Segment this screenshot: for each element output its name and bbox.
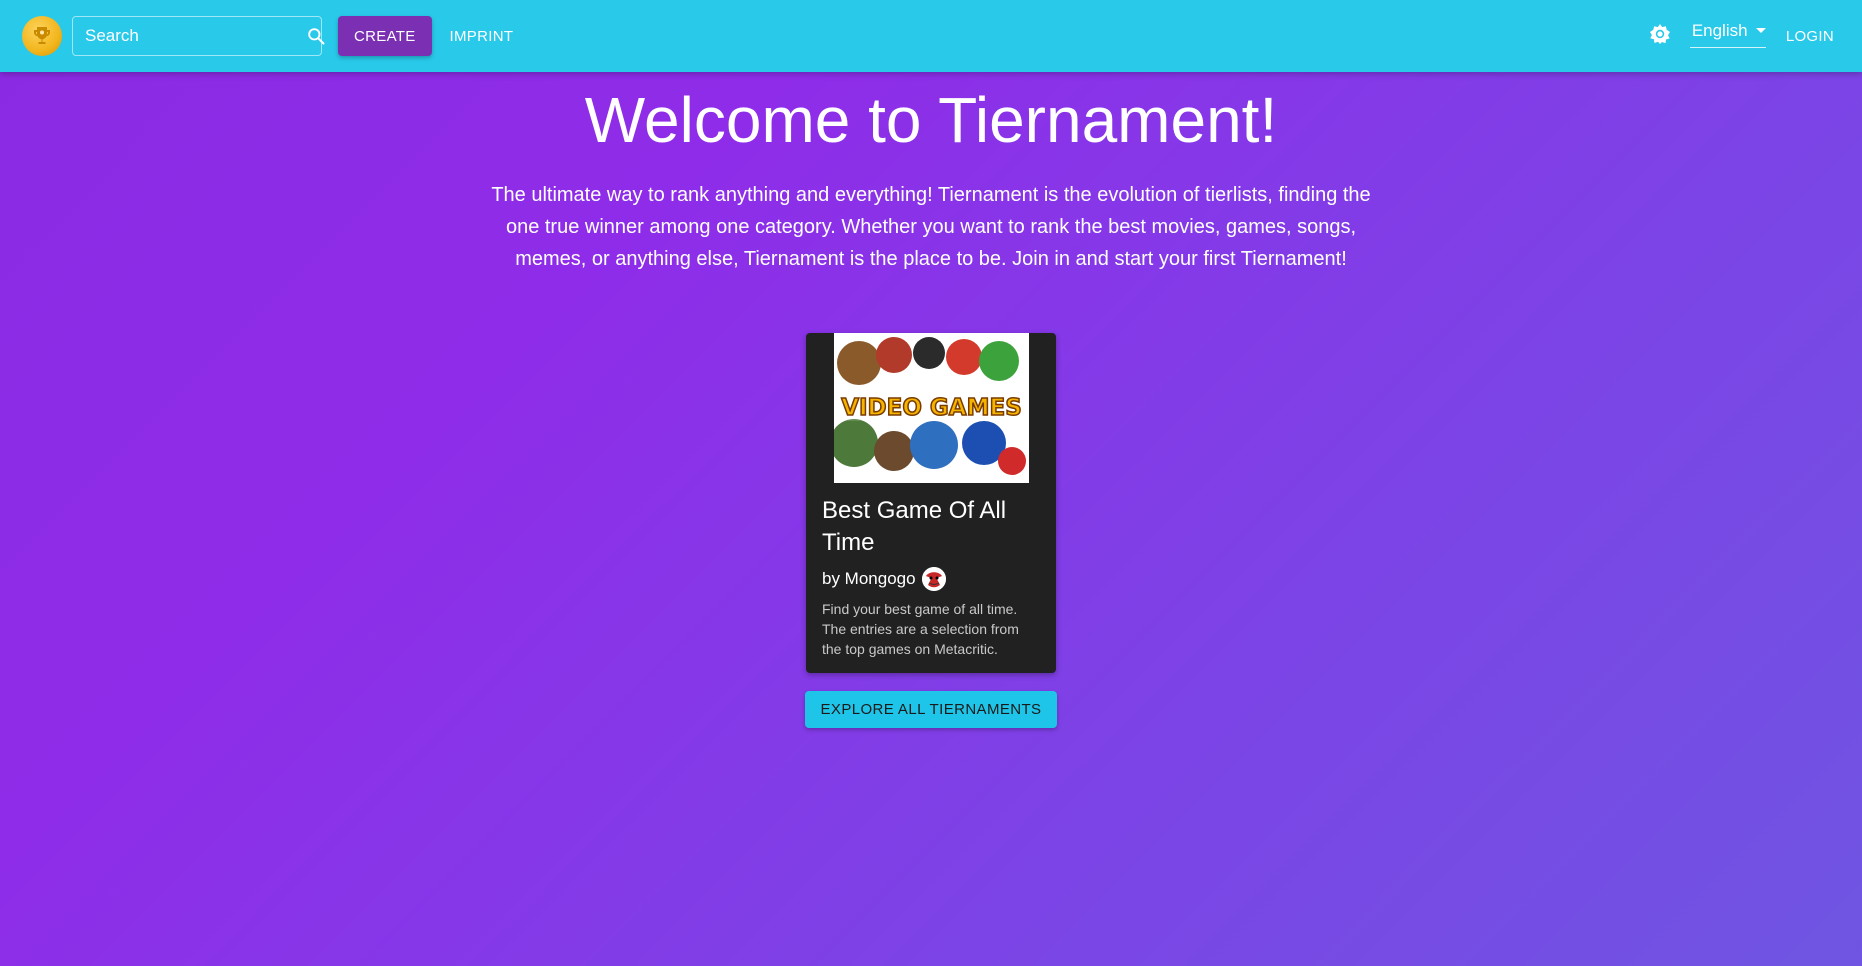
trophy-logo-icon[interactable]	[22, 16, 62, 56]
intro-text: The ultimate way to rank anything and ev…	[491, 183, 1371, 270]
theme-toggle-button[interactable]	[1642, 18, 1678, 54]
search-input[interactable]	[85, 17, 306, 55]
card-image-label: VIDEO GAMES	[841, 395, 1022, 421]
search-icon[interactable]	[306, 26, 326, 46]
language-select[interactable]: English	[1689, 20, 1766, 48]
app-bar: CREATE IMPRINT English LOGIN	[0, 0, 1862, 72]
card-title: Best Game Of All Time	[822, 496, 1007, 556]
card-author: by Mongogo	[806, 559, 1056, 591]
chevron-down-icon	[1755, 28, 1766, 33]
author-avatar	[921, 566, 946, 591]
brightness-icon	[1648, 22, 1672, 51]
create-button[interactable]: CREATE	[338, 16, 432, 56]
card-author-name: by Mongogo	[822, 568, 916, 588]
search-field[interactable]	[72, 16, 325, 56]
card-description: Find your best game of all time. The ent…	[822, 600, 1019, 657]
page-title: Welcome to Tiernament!	[584, 84, 1278, 156]
imprint-link[interactable]: IMPRINT	[444, 16, 520, 56]
card-image: VIDEO GAMES	[833, 332, 1029, 483]
login-button[interactable]: LOGIN	[1780, 16, 1840, 56]
language-select-value: English	[1691, 20, 1748, 40]
featured-tiernament-card[interactable]: VIDEO GAMES Best Game Of All Time by Mon…	[806, 332, 1056, 673]
explore-all-button[interactable]: EXPLORE ALL TIERNAMENTS	[804, 690, 1058, 728]
main-content: Welcome to Tiernament! The ultimate way …	[0, 72, 1862, 728]
